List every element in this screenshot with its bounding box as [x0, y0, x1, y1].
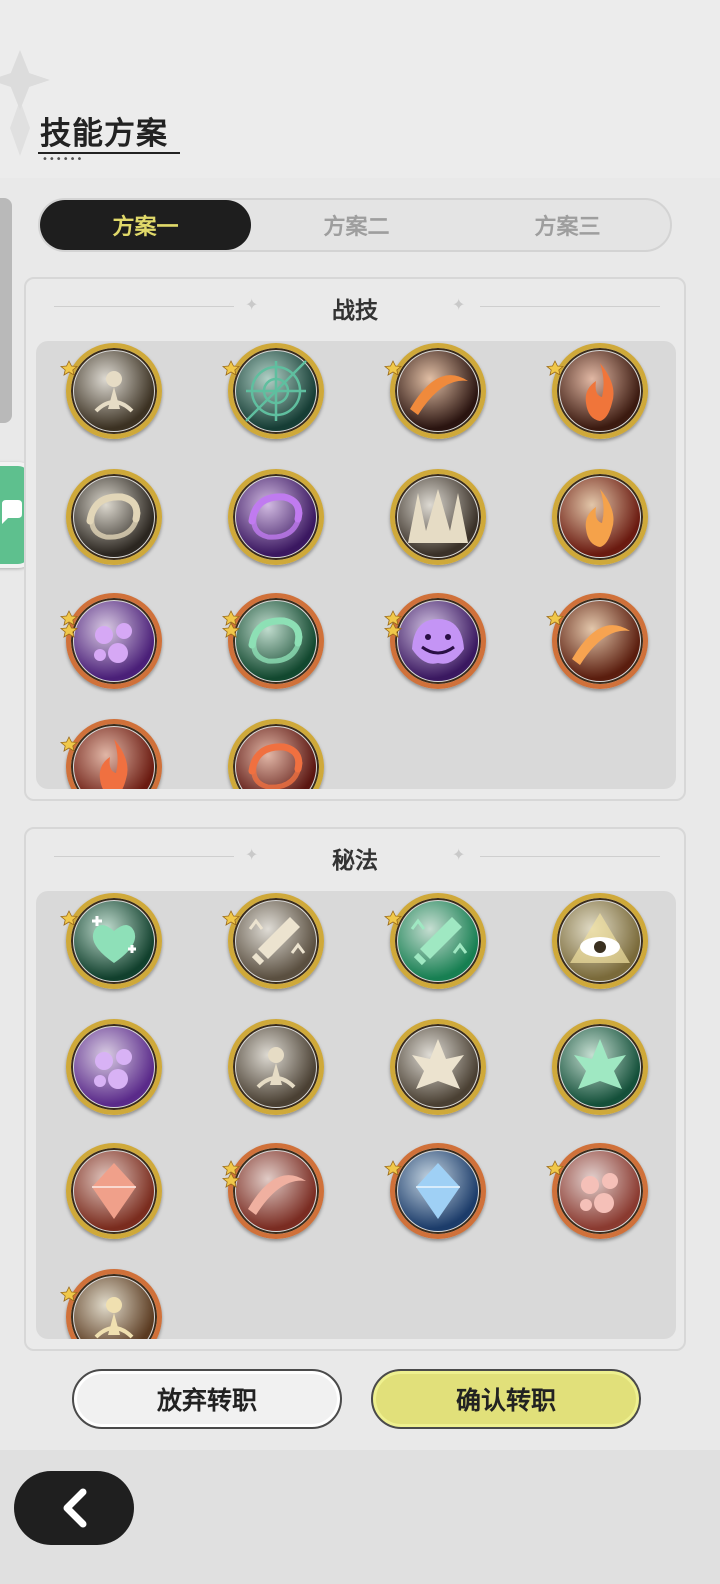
skill-slot[interactable] — [60, 343, 162, 439]
skill-slot[interactable] — [552, 1019, 648, 1115]
ghost-grin-icon — [412, 619, 464, 664]
red-wind-icon — [248, 1175, 306, 1215]
abandon-job-change-button[interactable]: 放弃转职 — [72, 1369, 342, 1429]
rarity-star-icon — [222, 910, 240, 926]
skill-slot[interactable] — [60, 893, 162, 989]
tab-plan-1[interactable]: 方案一 — [40, 200, 251, 250]
sword-buff-icon — [248, 917, 306, 966]
page-title: 技能方案 — [40, 116, 168, 152]
shield-figure-icon — [256, 1047, 296, 1089]
rarity-star-icon — [546, 610, 564, 626]
header: 技能方案 •••••• — [0, 0, 720, 178]
rarity-star-icon — [546, 1160, 564, 1176]
skill-slot[interactable] — [66, 1143, 162, 1239]
web-icon — [245, 360, 307, 422]
whirl-slash-icon — [86, 493, 141, 540]
dodge-figure-icon — [94, 371, 134, 413]
skill-slot[interactable] — [384, 1143, 486, 1239]
lava-swirl-icon — [248, 743, 303, 789]
fire-slash-icon — [410, 375, 468, 415]
rarity-star-icon — [222, 1160, 240, 1188]
skill-slot[interactable] — [60, 719, 162, 789]
section-header: ✦ ✦ 秘法 — [26, 829, 684, 887]
skill-slot[interactable] — [384, 343, 486, 439]
back-button[interactable] — [14, 1471, 134, 1545]
skill-grid[interactable] — [36, 341, 676, 789]
purple-swirl-icon — [248, 493, 303, 540]
rarity-star-icon — [546, 360, 564, 376]
skill-slot[interactable] — [222, 593, 324, 689]
rarity-star-icon — [60, 736, 78, 752]
skill-slot[interactable] — [390, 469, 486, 565]
rarity-star-icon — [60, 360, 78, 376]
skill-slot[interactable] — [66, 469, 162, 565]
skill-slot[interactable] — [66, 1019, 162, 1115]
title-dots: •••••• — [42, 154, 84, 165]
pink-flower-icon — [580, 1173, 618, 1213]
section-title: 秘法 — [332, 848, 378, 874]
skill-slot[interactable] — [552, 469, 648, 565]
skill-grid[interactable] — [36, 891, 676, 1339]
green-blade-icon — [410, 917, 468, 966]
red-crystal-icon — [92, 1163, 136, 1219]
tab-plan-2[interactable]: 方案二 — [251, 200, 462, 250]
maple-leaf-icon — [412, 1039, 464, 1089]
skill-slot[interactable] — [222, 893, 324, 989]
skill-slot[interactable] — [384, 593, 486, 689]
combat-skills-section: ✦ ✦ 战技 — [24, 277, 686, 801]
confirm-job-change-button[interactable]: 确认转职 — [371, 1369, 641, 1429]
skill-slot[interactable] — [228, 1019, 324, 1115]
heart-heal-icon — [92, 916, 136, 963]
section-header: ✦ ✦ 战技 — [26, 279, 684, 337]
section-title: 战技 — [332, 298, 378, 324]
skill-slot[interactable] — [546, 343, 648, 439]
chat-icon — [2, 500, 22, 524]
rarity-star-icon — [60, 1286, 78, 1302]
rarity-star-icon — [384, 360, 402, 376]
rarity-star-icon — [384, 610, 402, 638]
rarity-star-icon — [384, 910, 402, 926]
rarity-star-icon — [60, 610, 78, 638]
rarity-star-icon — [222, 610, 240, 638]
eye-pyramid-icon — [570, 913, 630, 963]
fire-nova-icon — [99, 739, 128, 789]
skill-slot[interactable] — [228, 719, 324, 789]
skill-slot[interactable] — [390, 1019, 486, 1115]
skill-slot[interactable] — [552, 893, 648, 989]
fire-shield-icon — [585, 489, 614, 547]
chevron-left-icon — [63, 1488, 87, 1528]
shadow-figure-icon — [94, 1297, 134, 1339]
skill-slot[interactable] — [546, 593, 648, 689]
spike-trap-icon — [408, 489, 468, 543]
skill-slot[interactable] — [228, 469, 324, 565]
skill-slot[interactable] — [384, 893, 486, 989]
flame-burst-icon — [585, 363, 614, 421]
rarity-star-icon — [222, 360, 240, 376]
skill-slot[interactable] — [546, 1143, 648, 1239]
skill-slot[interactable] — [60, 1269, 162, 1339]
rarity-star-icon — [384, 1160, 402, 1176]
skill-slot[interactable] — [60, 593, 162, 689]
fire-sweep-icon — [572, 625, 630, 665]
plan-tabs: 方案一 方案二 方案三 — [38, 198, 672, 252]
purple-orb-icon — [94, 1049, 132, 1089]
arcane-skills-section: ✦ ✦ 秘法 — [24, 827, 686, 1351]
skill-slot[interactable] — [222, 1143, 324, 1239]
leaf-orb-icon — [574, 1039, 626, 1089]
side-panel-handle[interactable] — [0, 198, 12, 423]
purple-roses-icon — [94, 623, 132, 663]
skill-slot[interactable] — [222, 343, 324, 439]
blue-crest-icon — [416, 1163, 460, 1219]
tab-plan-3[interactable]: 方案三 — [462, 200, 673, 250]
rarity-star-icon — [60, 910, 78, 926]
green-vortex-icon — [248, 617, 303, 664]
